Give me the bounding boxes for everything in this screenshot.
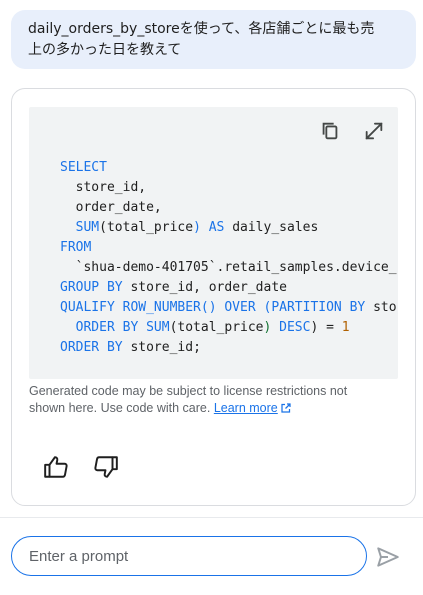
code-line: store_id, [60, 178, 397, 198]
feedback-buttons [42, 453, 120, 481]
code-actions [318, 119, 386, 143]
code-line: ORDER BY store_id; [60, 338, 397, 358]
thumbs-down-button[interactable] [92, 453, 120, 481]
disclaimer-text-line-1: Generated code may be subject to license… [29, 384, 348, 398]
code-token: GROUP BY [60, 280, 123, 295]
code-token: SELECT [60, 160, 107, 175]
code-disclaimer: Generated code may be subject to license… [29, 383, 389, 417]
code-line: `shua-demo-401705`.retail_samples.device… [60, 258, 397, 278]
code-line: FROM [60, 238, 397, 258]
prompt-input[interactable] [11, 536, 367, 576]
code-token: SUM [75, 220, 100, 235]
code-line: GROUP BY store_id, order_date [60, 278, 397, 298]
code-line: QUALIFY ROW_NUMBER() OVER (PARTITION BY … [60, 298, 397, 318]
external-link-icon [281, 403, 291, 413]
code-block: SELECT store_id, order_date, SUM(total_p… [29, 107, 398, 379]
code-token: ) = [310, 320, 342, 335]
code-token: AS [208, 220, 225, 235]
code-token: daily_sales [224, 220, 319, 235]
send-button[interactable] [375, 544, 401, 570]
code-token: ORDER BY [60, 340, 123, 355]
user-message-bubble: daily_orders_by_storeを使って、各店舗ごとに最も売 上の多か… [11, 10, 416, 69]
code-line: ORDER BY SUM(total_price) DESC) = 1 [60, 318, 397, 338]
user-message-line-1: daily_orders_by_storeを使って、各店舗ごとに最も売 [28, 21, 375, 37]
code-token: ORDER BY SUM [75, 320, 170, 335]
code-token: `shua-demo-401705`.retail_samples.device… [60, 260, 397, 275]
response-card: SELECT store_id, order_date, SUM(total_p… [11, 88, 416, 506]
code-token: (total_price [169, 320, 264, 335]
divider [0, 517, 423, 518]
send-icon [377, 547, 399, 567]
code-token: store_id, [60, 180, 147, 195]
code-token: FROM [60, 240, 92, 255]
code-line: SELECT [60, 158, 397, 178]
expand-icon [365, 122, 383, 140]
code-token: order_date, [60, 200, 162, 215]
disclaimer-text-line-2: shown here. Use code with care. [29, 401, 211, 415]
code-line: SUM(total_price) AS daily_sales [60, 218, 397, 238]
thumbs-up-button[interactable] [42, 453, 70, 481]
code-token: store_id; [122, 340, 201, 355]
code-token: DESC [279, 320, 311, 335]
thumbs-up-icon [44, 456, 68, 478]
expand-button[interactable] [362, 119, 386, 143]
user-message-line-2: 上の多かった日を教えて [28, 42, 182, 58]
thumbs-down-icon [94, 456, 118, 478]
copy-icon [322, 122, 338, 140]
code-token: QUALIFY ROW_NUMBER() OVER (PARTITION BY [60, 300, 366, 315]
sql-code: SELECT store_id, order_date, SUM(total_p… [60, 158, 397, 358]
code-token: (total_price [99, 220, 194, 235]
code-token: ) [193, 220, 201, 235]
learn-more-label: Learn more [213, 401, 278, 415]
code-line: order_date, [60, 198, 397, 218]
learn-more-link[interactable]: Learn more [214, 401, 292, 415]
copy-button[interactable] [318, 119, 342, 143]
code-token: 1 [341, 320, 350, 335]
code-token: store_id, order_date [122, 280, 287, 295]
code-token: sto [365, 300, 397, 315]
